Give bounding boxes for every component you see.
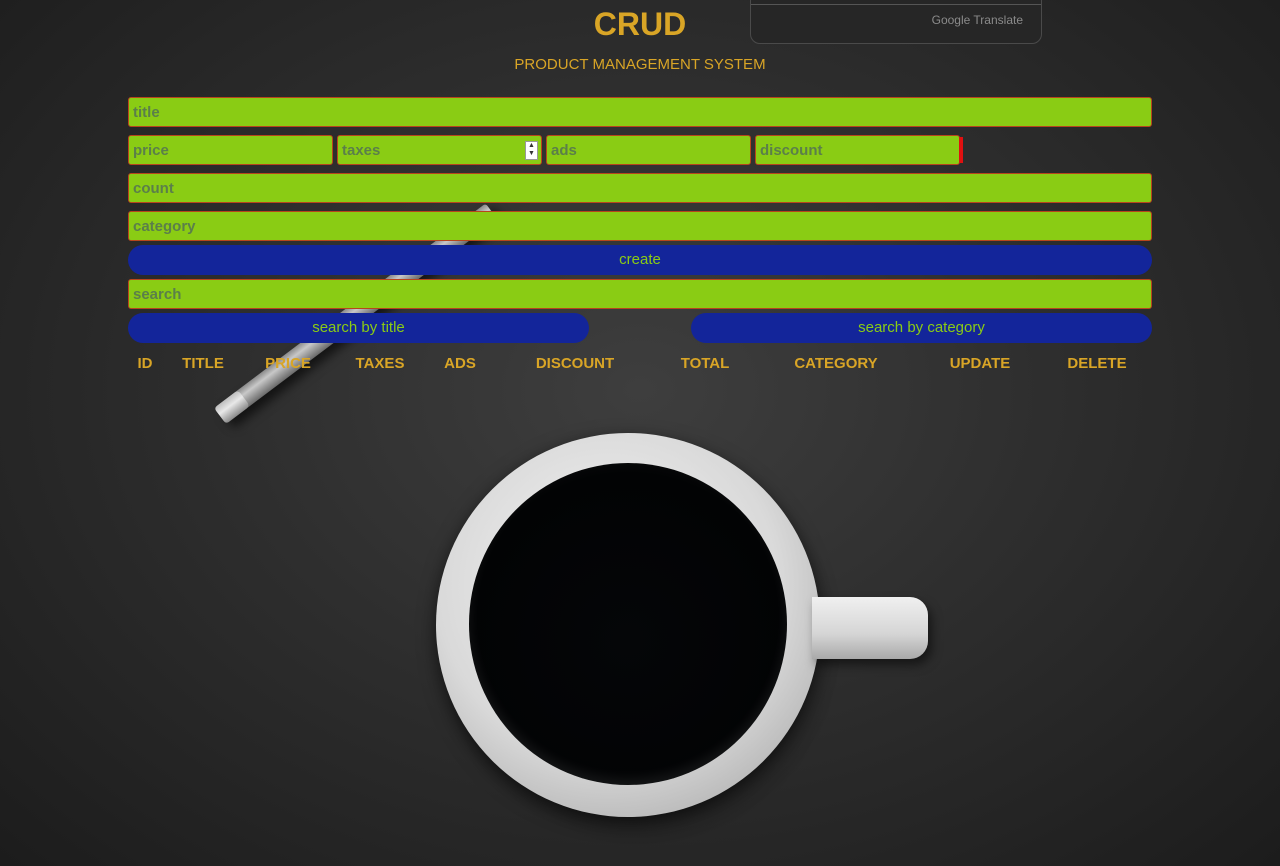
column-header-title: TITLE — [182, 355, 224, 372]
column-header-total: TOTAL — [680, 355, 730, 372]
column-header-taxes: TAXES — [355, 355, 405, 372]
total-indicator — [959, 137, 963, 163]
column-header-price: PRICE — [265, 355, 311, 372]
column-header-discount: DISCOUNT — [535, 355, 615, 372]
category-placeholder: category — [133, 218, 196, 235]
search-input[interactable]: search — [128, 279, 1152, 309]
ads-input[interactable]: ads — [546, 135, 751, 165]
column-header-update: UPDATE — [949, 355, 1011, 372]
column-header-category: CATEGORY — [794, 355, 878, 372]
column-header-id: ID — [137, 355, 153, 372]
background-mug-handle — [812, 597, 928, 659]
create-button[interactable]: create — [128, 245, 1152, 275]
product-form: title price taxes ▲ ▼ ads discount count … — [128, 97, 1152, 343]
search-by-category-button[interactable]: search by category — [691, 313, 1152, 343]
column-header-delete: DELETE — [1067, 355, 1127, 372]
count-placeholder: count — [133, 180, 174, 197]
table-header: ID TITLE PRICE TAXES ADS DISCOUNT TOTAL … — [0, 355, 1280, 375]
taxes-placeholder: taxes — [342, 142, 381, 159]
page-subtitle: PRODUCT MANAGEMENT SYSTEM — [514, 56, 766, 73]
background-coffee — [469, 463, 787, 785]
category-input[interactable]: category — [128, 211, 1152, 241]
search-placeholder: search — [133, 286, 182, 303]
number-stepper-icon[interactable]: ▲ ▼ — [525, 141, 538, 160]
search-buttons-row: search by title search by category — [128, 313, 1152, 343]
discount-input[interactable]: discount — [755, 135, 960, 165]
translate-divider — [751, 4, 1041, 5]
count-input[interactable]: count — [128, 173, 1152, 203]
price-input[interactable]: price — [128, 135, 333, 165]
discount-placeholder: discount — [760, 142, 823, 159]
taxes-input[interactable]: taxes ▲ ▼ — [337, 135, 542, 165]
ads-placeholder: ads — [551, 142, 577, 159]
price-row: price taxes ▲ ▼ ads discount — [128, 135, 1152, 165]
title-input[interactable]: title — [128, 97, 1152, 127]
page-title: CRUD — [593, 6, 687, 42]
search-by-title-button[interactable]: search by title — [128, 313, 589, 343]
column-header-ads: ADS — [444, 355, 476, 372]
title-placeholder: title — [133, 104, 160, 121]
price-placeholder: price — [133, 142, 169, 159]
